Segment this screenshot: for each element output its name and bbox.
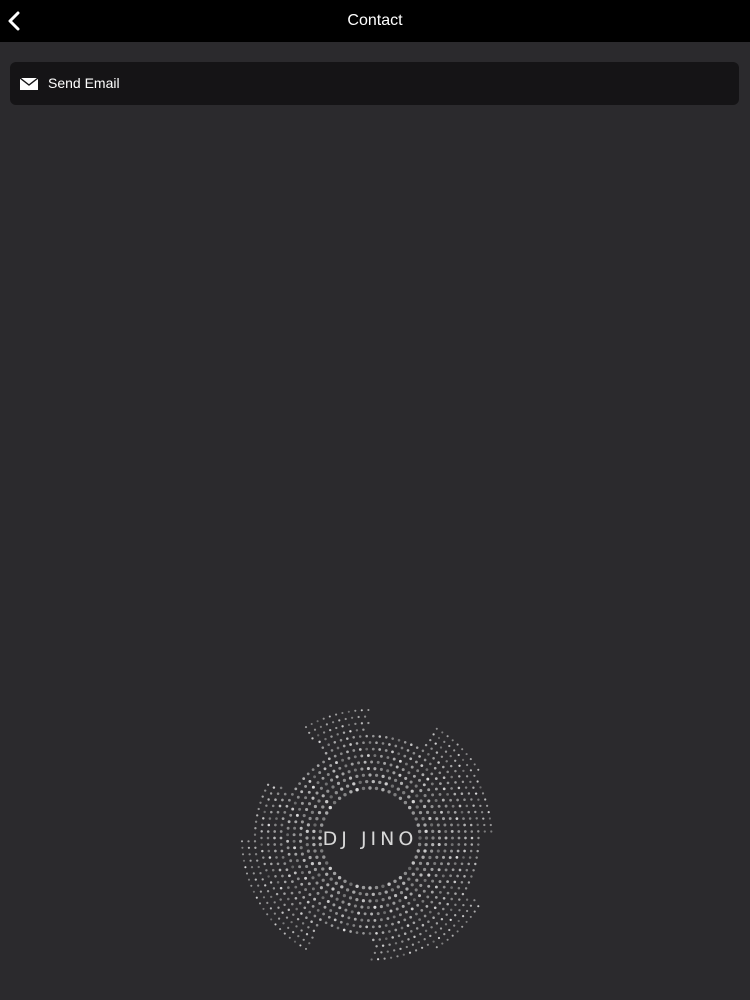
contact-screen: Contact Send Email DJ JINO bbox=[0, 0, 750, 1000]
envelope-icon bbox=[20, 78, 38, 90]
send-email-button[interactable]: Send Email bbox=[10, 62, 739, 105]
dj-jino-logo: DJ JINO bbox=[240, 708, 493, 961]
send-email-label: Send Email bbox=[48, 75, 120, 91]
logo-text: DJ JINO bbox=[323, 828, 418, 850]
top-navigation-bar: Contact bbox=[0, 0, 750, 42]
chevron-left-icon bbox=[8, 11, 20, 31]
back-button[interactable] bbox=[0, 0, 40, 42]
page-title: Contact bbox=[347, 12, 403, 29]
